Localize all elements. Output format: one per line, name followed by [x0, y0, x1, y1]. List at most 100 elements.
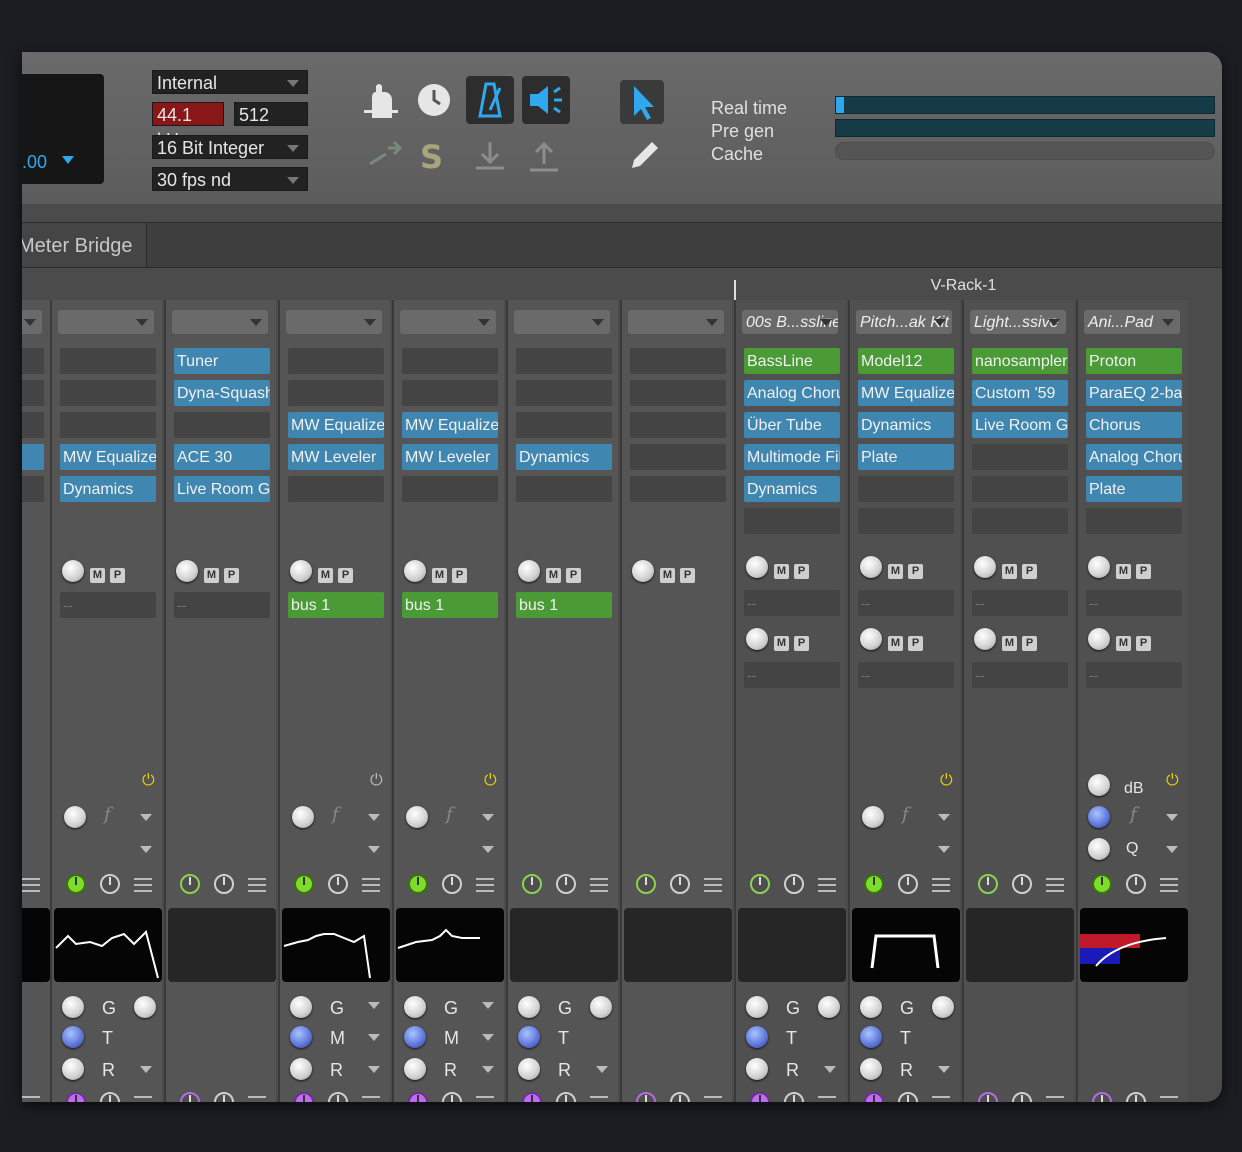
- mute-send-button[interactable]: M: [1116, 636, 1131, 651]
- eq-display[interactable]: [624, 908, 732, 982]
- send-knob[interactable]: [1088, 628, 1110, 650]
- fx-slot[interactable]: Analog Choru: [744, 380, 840, 406]
- strip-input-select[interactable]: [58, 310, 154, 334]
- dynamics-bypass-button[interactable]: [328, 1092, 348, 1102]
- dynamics-power-button[interactable]: [180, 1092, 200, 1102]
- strip-input-select[interactable]: [514, 310, 610, 334]
- gain-knob[interactable]: [518, 996, 540, 1018]
- hand-icon[interactable]: [362, 80, 398, 120]
- eq-display[interactable]: [1080, 908, 1188, 982]
- eq-power-button[interactable]: [408, 874, 428, 894]
- pre-post-button[interactable]: P: [794, 564, 809, 579]
- fx-slot[interactable]: [288, 380, 384, 406]
- fx-slot[interactable]: [22, 412, 44, 438]
- menu-icon[interactable]: [22, 1096, 40, 1102]
- eq-power-button[interactable]: [978, 874, 998, 894]
- menu-icon[interactable]: [932, 878, 950, 892]
- mute-send-button[interactable]: M: [1002, 564, 1017, 579]
- download-icon[interactable]: [472, 138, 508, 174]
- menu-icon[interactable]: [818, 1096, 836, 1102]
- eq-bypass-button[interactable]: [100, 874, 120, 894]
- send-knob[interactable]: [290, 560, 312, 582]
- instrument-slot[interactable]: nanosampler: [972, 348, 1068, 374]
- fx-slot[interactable]: [60, 380, 156, 406]
- freq-knob[interactable]: [862, 806, 884, 828]
- menu-icon[interactable]: [362, 878, 380, 892]
- send-target[interactable]: --: [858, 590, 954, 616]
- tone-knob[interactable]: [62, 1026, 84, 1048]
- time-display[interactable]: .00: [22, 74, 104, 184]
- pre-post-button[interactable]: P: [1022, 564, 1037, 579]
- send-target[interactable]: --: [1086, 662, 1182, 688]
- chevron-down-icon[interactable]: [824, 1066, 836, 1073]
- eq-power-button[interactable]: [66, 874, 86, 894]
- fx-slot[interactable]: [22, 476, 44, 502]
- fx-slot[interactable]: Über Tube: [744, 412, 840, 438]
- fx-slot[interactable]: ACE 30: [174, 444, 270, 470]
- tone-knob[interactable]: [746, 1026, 768, 1048]
- eq-display[interactable]: [168, 908, 276, 982]
- eq-display[interactable]: [738, 908, 846, 982]
- clock-icon[interactable]: [416, 82, 452, 118]
- gain-knob[interactable]: [290, 996, 312, 1018]
- dynamics-power-button[interactable]: [636, 1092, 656, 1102]
- pre-post-button[interactable]: P: [1136, 636, 1151, 651]
- mute-send-button[interactable]: M: [1002, 636, 1017, 651]
- menu-icon[interactable]: [704, 878, 722, 892]
- dynamics-power-button[interactable]: [864, 1092, 884, 1102]
- fx-slot[interactable]: [630, 412, 726, 438]
- mute-send-button[interactable]: M: [546, 568, 561, 583]
- power-icon[interactable]: ⏻: [370, 772, 383, 790]
- fx-slot[interactable]: [630, 444, 726, 470]
- gain-knob[interactable]: [860, 996, 882, 1018]
- eq-bypass-button[interactable]: [670, 874, 690, 894]
- menu-icon[interactable]: [1046, 878, 1064, 892]
- pre-post-button[interactable]: P: [908, 636, 923, 651]
- pre-post-button[interactable]: P: [794, 636, 809, 651]
- reverb-knob[interactable]: [746, 1058, 768, 1080]
- menu-icon[interactable]: [704, 1096, 722, 1102]
- fx-slot[interactable]: Dynamics: [516, 444, 612, 470]
- mute-send-button[interactable]: M: [318, 568, 333, 583]
- freq-knob[interactable]: [64, 806, 86, 828]
- instrument-select[interactable]: Light...ssive: [970, 310, 1066, 334]
- chevron-down-icon[interactable]: [368, 814, 380, 821]
- fx-slot[interactable]: Dynamics: [858, 412, 954, 438]
- fx-slot[interactable]: Multimode Fil: [744, 444, 840, 470]
- reverb-knob[interactable]: [518, 1058, 540, 1080]
- menu-icon[interactable]: [476, 878, 494, 892]
- fx-slot[interactable]: Dynamics: [60, 476, 156, 502]
- instrument-select[interactable]: Ani...Pad: [1084, 310, 1180, 334]
- fx-slot[interactable]: Live Room G: [174, 476, 270, 502]
- fx-slot[interactable]: Live Room G: [972, 412, 1068, 438]
- chevron-down-icon[interactable]: [482, 1034, 494, 1041]
- fx-slot[interactable]: Dynamics: [744, 476, 840, 502]
- aux-knob[interactable]: [134, 996, 156, 1018]
- dynamics-power-button[interactable]: [978, 1092, 998, 1102]
- aux-knob[interactable]: [932, 996, 954, 1018]
- instrument-slot[interactable]: Model12: [858, 348, 954, 374]
- fx-slot[interactable]: MW Leveler: [402, 444, 498, 470]
- send-target[interactable]: bus 1: [288, 592, 384, 618]
- eq-bypass-button[interactable]: [784, 874, 804, 894]
- send-target[interactable]: --: [174, 592, 270, 618]
- pre-post-button[interactable]: P: [224, 568, 239, 583]
- strip-input-select[interactable]: [172, 310, 268, 334]
- fx-slot[interactable]: [630, 348, 726, 374]
- instrument-slot[interactable]: Proton: [1086, 348, 1182, 374]
- eq-power-button[interactable]: [1092, 874, 1112, 894]
- chevron-down-icon[interactable]: [1166, 814, 1178, 821]
- fx-slot[interactable]: [858, 508, 954, 534]
- mute-send-button[interactable]: M: [774, 636, 789, 651]
- eq-bypass-button[interactable]: [214, 874, 234, 894]
- dynamics-power-button[interactable]: [408, 1092, 428, 1102]
- send-knob[interactable]: [1088, 556, 1110, 578]
- eq-display[interactable]: [282, 908, 390, 982]
- fx-slot[interactable]: ze: [22, 444, 44, 470]
- eq-power-button[interactable]: [750, 874, 770, 894]
- mute-send-button[interactable]: M: [888, 564, 903, 579]
- eq-display[interactable]: [852, 908, 960, 982]
- chevron-down-icon[interactable]: [368, 1034, 380, 1041]
- strip-input-select[interactable]: [286, 310, 382, 334]
- dynamics-bypass-button[interactable]: [442, 1092, 462, 1102]
